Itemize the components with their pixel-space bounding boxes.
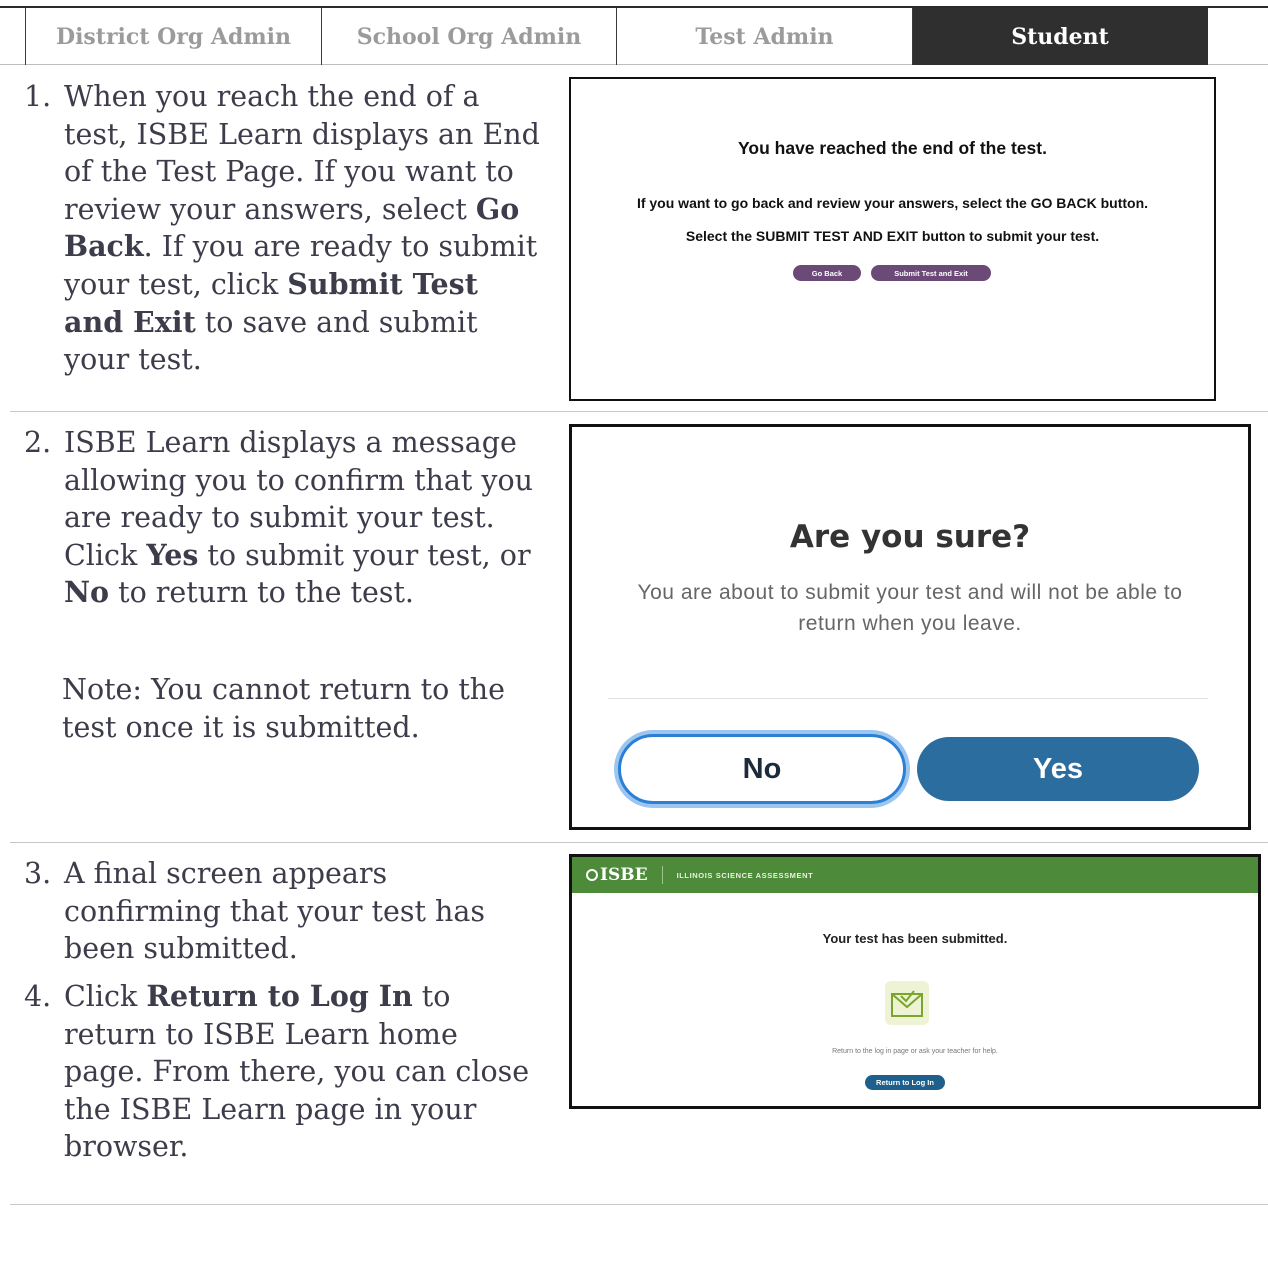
step-text: Click Return to Log In to return to ISBE… — [64, 979, 530, 1164]
step-1: 1. When you reach the end of a test, ISB… — [24, 78, 544, 379]
submitted-message: Your test has been submitted. — [822, 931, 1008, 946]
step-4: 4. Click Return to Log In to return to I… — [24, 978, 544, 1166]
end-heading: You have reached the end of the test. — [738, 138, 1047, 158]
header-separator — [661, 866, 663, 884]
return-emphasis: Return to Log In — [146, 979, 413, 1013]
tab-student[interactable]: Student — [912, 8, 1208, 65]
tab-district-org-admin[interactable]: District Org Admin — [25, 8, 321, 65]
yes-button[interactable]: Yes — [917, 737, 1199, 801]
step-number: 4. — [24, 980, 52, 1013]
step-3: 3. A final screen appears confirming tha… — [24, 855, 544, 968]
step-2: 2. ISBE Learn displays a message allowin… — [24, 424, 544, 612]
divider — [10, 842, 1268, 843]
help-text: Return to the log in page or ask your te… — [832, 1048, 998, 1055]
end-instruction-1: If you want to go back and review your a… — [636, 195, 1149, 211]
assessment-name: ILLINOIS SCIENCE ASSESSMENT — [676, 870, 814, 880]
isbe-header-bar: ISBE ILLINOIS SCIENCE ASSESSMENT — [572, 857, 1258, 893]
step-text: A final screen appears confirming that y… — [64, 857, 485, 966]
envelope-check-icon — [885, 981, 929, 1025]
end-instruction-2: Select the SUBMIT TEST AND EXIT button t… — [685, 228, 1100, 244]
dialog-divider — [608, 698, 1208, 699]
confirm-title: Are you sure? — [789, 519, 1031, 555]
tab-test-admin[interactable]: Test Admin — [616, 8, 912, 65]
tab-school-org-admin[interactable]: School Org Admin — [321, 8, 616, 65]
no-button[interactable]: No — [618, 734, 906, 804]
submission-note: Note: You cannot return to the test once… — [62, 673, 506, 744]
step-number: 1. — [24, 80, 52, 113]
step-text: ISBE Learn displays a message allowing y… — [64, 426, 534, 610]
no-emphasis: No — [64, 575, 110, 610]
submit-test-and-exit-button[interactable]: Submit Test and Exit — [871, 265, 991, 281]
divider — [10, 411, 1268, 412]
confirm-message: You are about to submit your test and wi… — [637, 581, 1183, 635]
return-to-log-in-button[interactable]: Return to Log In — [865, 1075, 945, 1090]
end-of-test-screenshot: You have reached the end of the test. If… — [569, 77, 1216, 401]
step-number: 3. — [24, 857, 52, 890]
step-text: When you reach the end of a test, ISBE L… — [64, 80, 540, 377]
confirm-dialog-screenshot: Are you sure? You are about to submit yo… — [569, 424, 1251, 830]
go-back-button[interactable]: Go Back — [793, 265, 861, 281]
step-number: 2. — [24, 426, 52, 459]
divider — [10, 1204, 1268, 1205]
isbe-logo: ISBE — [586, 865, 648, 885]
role-tab-bar: District Org Admin School Org Admin Test… — [0, 6, 1268, 65]
logo-circle-icon — [586, 869, 598, 881]
yes-emphasis: Yes — [146, 537, 199, 572]
test-submitted-screenshot: ISBE ILLINOIS SCIENCE ASSESSMENT Your te… — [569, 854, 1261, 1109]
